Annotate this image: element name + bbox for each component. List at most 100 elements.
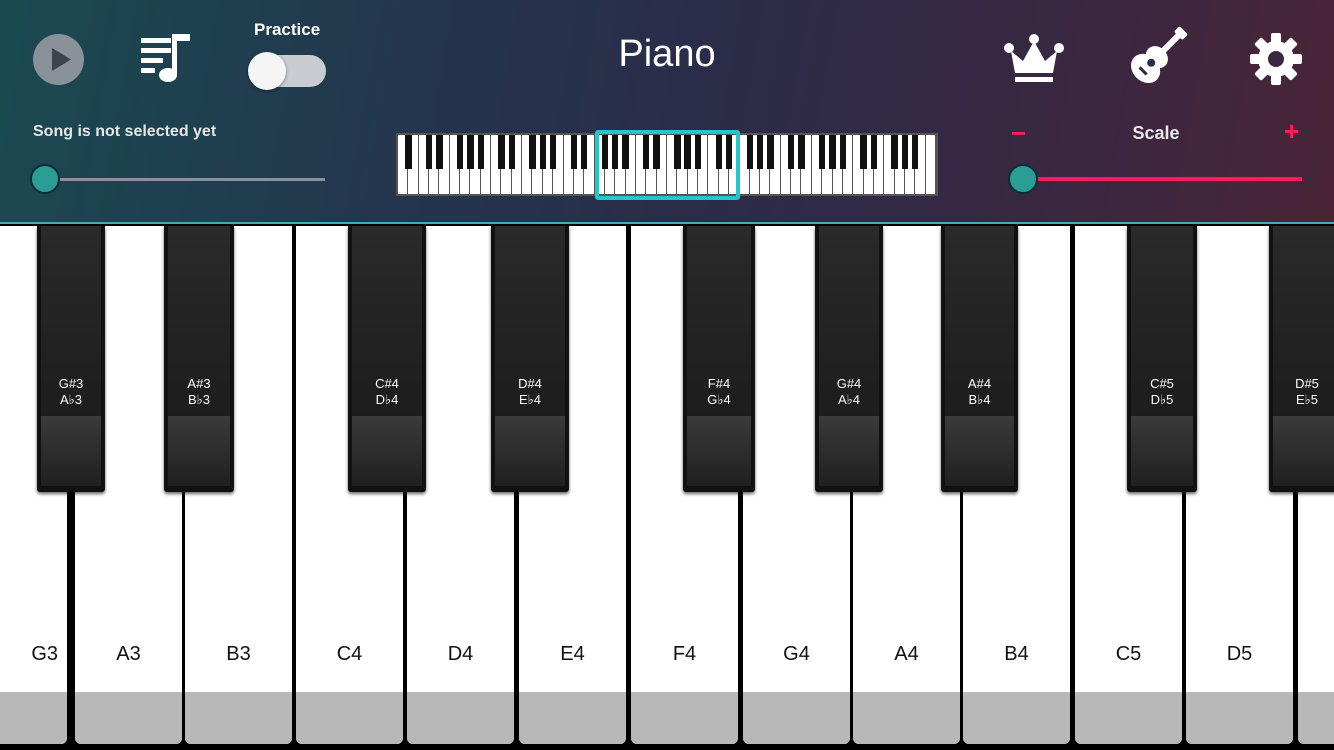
flat-name: E♭4 <box>518 392 542 407</box>
flat-name: E♭5 <box>1295 392 1319 407</box>
white-key-label: G3 <box>31 643 58 665</box>
white-key-label: G4 <box>783 643 810 665</box>
song-status-text: Song is not selected yet <box>33 123 217 140</box>
settings-button[interactable] <box>1249 32 1303 86</box>
mini-black-key <box>477 135 484 169</box>
flat-name: D♭5 <box>1150 392 1174 407</box>
page-title: Piano <box>618 33 716 75</box>
mini-black-key <box>549 135 557 169</box>
key-lip <box>819 416 879 486</box>
black-key[interactable]: D#4 E♭4 <box>491 226 569 492</box>
play-icon <box>52 48 71 71</box>
black-key-label: C#5 D♭5 <box>1127 376 1197 408</box>
premium-button[interactable] <box>1003 33 1065 85</box>
mini-black-key <box>405 135 412 169</box>
mini-black-key <box>818 135 826 169</box>
white-key-label: D5 <box>1226 643 1253 665</box>
mini-black-key <box>498 135 505 169</box>
mini-black-key <box>870 135 878 169</box>
white-key-label: B3 <box>226 643 251 665</box>
sharp-name: F#4 <box>707 376 731 391</box>
top-toolbar: Practice Piano Song is not selected yet … <box>0 0 1334 224</box>
black-key[interactable]: C#4 D♭4 <box>348 226 426 492</box>
white-key-label: A4 <box>894 643 919 665</box>
flat-name: B♭4 <box>968 392 991 407</box>
slider-thumb[interactable] <box>1008 164 1038 194</box>
song-progress-slider[interactable] <box>30 162 330 196</box>
mini-black-key <box>912 135 919 169</box>
key-shadow <box>963 692 1070 744</box>
key-shadow <box>407 692 514 744</box>
black-key-label: G#4 A♭4 <box>815 376 883 408</box>
black-key[interactable]: F#4 G♭4 <box>683 226 755 492</box>
mini-black-key <box>839 135 847 169</box>
key-shadow <box>853 692 960 744</box>
black-key-label: D#5 E♭5 <box>1269 376 1334 408</box>
scale-increase-button[interactable]: + <box>1284 116 1299 147</box>
mini-black-key <box>860 135 867 169</box>
sharp-name: A#3 <box>187 376 211 391</box>
mini-black-key <box>467 135 474 169</box>
mini-black-key <box>746 135 753 169</box>
mini-black-key <box>456 135 464 169</box>
white-key-label: D4 <box>447 643 474 665</box>
white-key-label: E4 <box>560 643 585 665</box>
black-key[interactable]: G#3 A♭3 <box>37 226 105 492</box>
sharp-name: G#4 <box>836 376 862 391</box>
mini-black-key <box>581 135 588 169</box>
mini-white-key <box>925 135 936 194</box>
black-key-label: D#4 E♭4 <box>491 376 569 408</box>
key-shadow <box>0 692 67 744</box>
black-key-label: C#4 D♭4 <box>348 376 426 408</box>
key-shadow <box>1298 692 1334 744</box>
flat-name: A♭4 <box>837 392 861 407</box>
key-lip <box>945 416 1014 486</box>
flat-name: A♭3 <box>59 392 83 407</box>
mini-black-key <box>570 135 578 169</box>
key-lip <box>495 416 565 486</box>
keyboard-viewport-selector[interactable] <box>595 130 740 200</box>
black-key[interactable]: A#4 B♭4 <box>941 226 1018 492</box>
mini-black-key <box>798 135 805 169</box>
playlist-icon <box>141 34 190 82</box>
sharp-name: G#3 <box>58 376 84 391</box>
mini-black-key <box>829 135 836 169</box>
flat-name: B♭3 <box>187 392 211 407</box>
black-key[interactable]: G#4 A♭4 <box>815 226 883 492</box>
key-lip <box>687 416 751 486</box>
practice-toggle[interactable] <box>248 52 326 90</box>
song-list-button[interactable] <box>139 32 195 84</box>
sharp-name: C#5 <box>1150 376 1174 391</box>
key-shadow <box>519 692 626 744</box>
scale-slider[interactable] <box>1007 162 1303 196</box>
mini-black-key <box>508 135 515 169</box>
key-shadow <box>631 692 738 744</box>
mini-black-key <box>767 135 774 169</box>
instrument-button[interactable] <box>1128 24 1190 86</box>
sharp-name: D#5 <box>1295 376 1319 391</box>
black-key[interactable]: D#5 E♭5 <box>1269 226 1334 492</box>
white-key-label: B4 <box>1004 643 1029 665</box>
mini-black-key <box>539 135 547 169</box>
slider-thumb[interactable] <box>30 164 60 194</box>
play-button[interactable] <box>33 34 84 85</box>
mini-black-key <box>901 135 909 169</box>
key-shadow <box>296 692 403 744</box>
scale-label: Scale <box>1132 123 1180 143</box>
slider-track <box>1022 177 1302 181</box>
scale-decrease-button[interactable]: − <box>1011 118 1026 149</box>
flat-name: D♭4 <box>375 392 399 407</box>
key-shadow <box>1186 692 1293 744</box>
sharp-name: C#4 <box>375 376 399 391</box>
key-lip <box>352 416 422 486</box>
mini-black-key <box>891 135 898 169</box>
mini-black-key <box>436 135 443 169</box>
black-key[interactable]: A#3 B♭3 <box>164 226 234 492</box>
gear-icon <box>1250 33 1302 85</box>
black-key[interactable]: C#5 D♭5 <box>1127 226 1197 492</box>
practice-label: Practice <box>254 20 321 39</box>
sharp-name: D#4 <box>518 376 542 391</box>
black-key-label: A#3 B♭3 <box>164 376 234 408</box>
mini-black-key <box>529 135 536 169</box>
toggle-knob <box>248 52 286 90</box>
